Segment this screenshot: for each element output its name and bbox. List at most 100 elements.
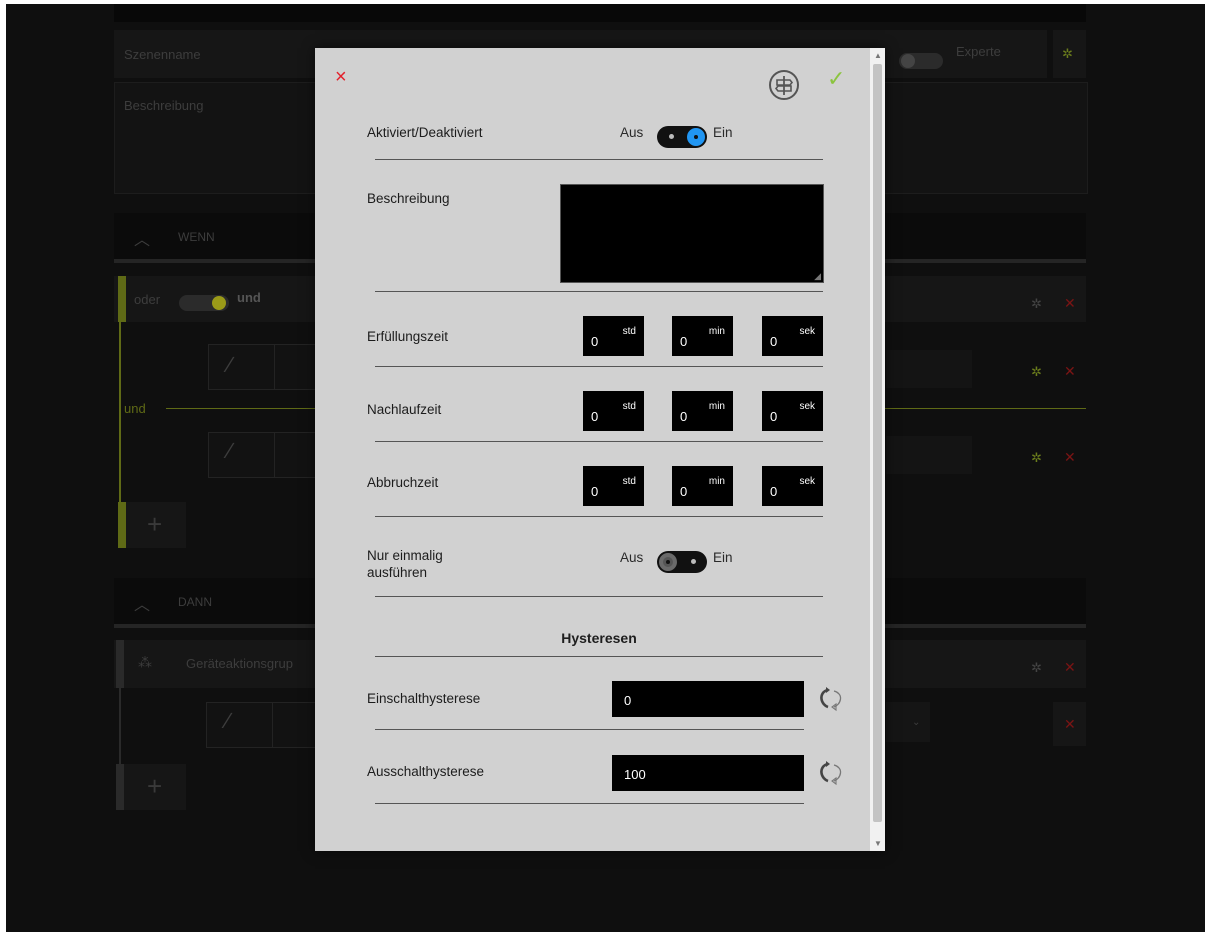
seconds-value: 0 [770,334,778,349]
gear-icon[interactable]: ✲ [1031,364,1042,380]
once-on-label: Ein [713,550,733,565]
divider [375,366,823,367]
divider [375,803,804,804]
hours-value: 0 [591,409,599,424]
confirm-icon[interactable]: ✓ [827,66,845,92]
once-off-label: Aus [620,550,644,565]
edit-button[interactable] [206,702,274,748]
minutes-unit: min [708,326,725,337]
once-switch[interactable] [657,551,707,573]
scene-name-label: Szenenname [124,47,201,62]
reset-icon[interactable] [817,759,845,787]
abort-label: Abbruchzeit [367,475,439,490]
abort-hours-input[interactable]: 0 std [583,466,644,506]
close-icon[interactable]: ✕ [1064,295,1076,312]
gear-icon[interactable]: ✲ [1031,296,1042,312]
abort-seconds-input[interactable]: 0 sek [762,466,823,506]
pencil-icon: ∕ [228,352,232,377]
action-line [119,688,121,764]
fulfillment-minutes-input[interactable]: 0 min [672,316,733,356]
device-group-icon: ⁂ [138,654,152,670]
followup-seconds-input[interactable]: 0 sek [762,391,823,431]
hours-unit: std [622,326,636,337]
seconds-value: 0 [770,409,778,424]
scroll-up-icon[interactable]: ▲ [874,51,882,60]
active-on-label: Ein [713,125,733,140]
expert-label: Experte [956,44,1001,59]
switch-on-hysteresis-input[interactable]: 0 [612,681,804,717]
fulfillment-label: Erfüllungszeit [367,329,449,344]
wenn-label: WENN [178,230,215,244]
reset-icon[interactable] [817,685,845,713]
divider [375,596,823,597]
expert-toggle[interactable] [899,53,943,69]
close-icon[interactable]: × [335,66,347,89]
oder-label: oder [134,292,161,307]
plus-icon: + [147,509,163,539]
divider [375,291,823,292]
switch-off-hysteresis-label: Ausschalthysterese [367,764,485,779]
minutes-value: 0 [680,334,688,349]
seconds-unit: sek [799,326,815,337]
divider [375,656,823,657]
top-bar [114,4,1086,22]
abort-minutes-input[interactable]: 0 min [672,466,733,506]
hours-value: 0 [591,484,599,499]
followup-minutes-input[interactable]: 0 min [672,391,733,431]
fulfillment-seconds-input[interactable]: 0 sek [762,316,823,356]
seconds-value: 0 [770,484,778,499]
gear-icon[interactable]: ✲ [1031,450,1042,466]
scroll-down-icon[interactable]: ▼ [874,839,882,848]
resize-handle-icon[interactable]: ◢ [814,271,821,282]
edit-button[interactable] [208,432,276,478]
scroll-thumb[interactable] [873,64,882,822]
divider [375,159,823,160]
hours-unit: std [622,476,636,487]
dann-label: DANN [178,595,213,609]
once-label-line2: ausführen [367,565,428,580]
settings-dialog: × ✓ Aktiviert/Deaktiviert Aus Ein Beschr… [315,48,885,851]
active-label: Aktiviert/Deaktiviert [367,125,483,140]
divider [375,441,823,442]
add-action-marker [116,764,124,810]
gear-icon: ✲ [1062,46,1073,61]
close-icon[interactable]: ✕ [1064,363,1076,380]
action-select[interactable] [886,702,930,742]
edit-button[interactable] [208,344,276,390]
followup-label: Nachlaufzeit [367,402,442,417]
active-switch[interactable] [657,126,707,148]
minutes-unit: min [708,476,725,487]
add-marker [118,502,126,548]
minutes-value: 0 [680,409,688,424]
group-marker [118,276,126,322]
close-icon: ✕ [1064,716,1076,732]
switch-on-hysteresis-label: Einschalthysterese [367,691,481,706]
chevron-down-icon: ⌄ [912,717,921,728]
close-icon[interactable]: ✕ [1064,449,1076,466]
signpost-icon[interactable] [769,70,799,100]
pencil-icon: ∕ [228,438,232,463]
divider [375,516,823,517]
oder-und-toggle[interactable] [179,295,229,311]
hysteresis-title: Hysteresen [561,630,637,646]
pencil-icon: ∕ [226,708,230,733]
minutes-value: 0 [680,484,688,499]
close-icon[interactable]: ✕ [1064,659,1076,676]
description-label: Beschreibung [124,98,204,113]
condition-value [886,436,972,474]
switch-off-hysteresis-input[interactable]: 100 [612,755,804,791]
action-marker [116,640,124,688]
group-line [119,322,121,502]
app-screen: Szenenname Experte ✲ Beschreibung ︿ WENN… [6,4,1205,932]
plus-icon: + [147,771,163,801]
followup-hours-input[interactable]: 0 std [583,391,644,431]
fulfillment-hours-input[interactable]: 0 std [583,316,644,356]
chevron-up-icon: ︿ [134,232,151,249]
hours-unit: std [622,401,636,412]
once-label: Nur einmalig ausführen [367,547,443,581]
description-label: Beschreibung [367,191,450,206]
condition-value [886,350,972,388]
gear-icon[interactable]: ✲ [1031,660,1042,676]
dialog-scrollbar[interactable]: ▲ ▼ [870,48,885,851]
description-textarea[interactable]: ◢ [560,184,824,283]
